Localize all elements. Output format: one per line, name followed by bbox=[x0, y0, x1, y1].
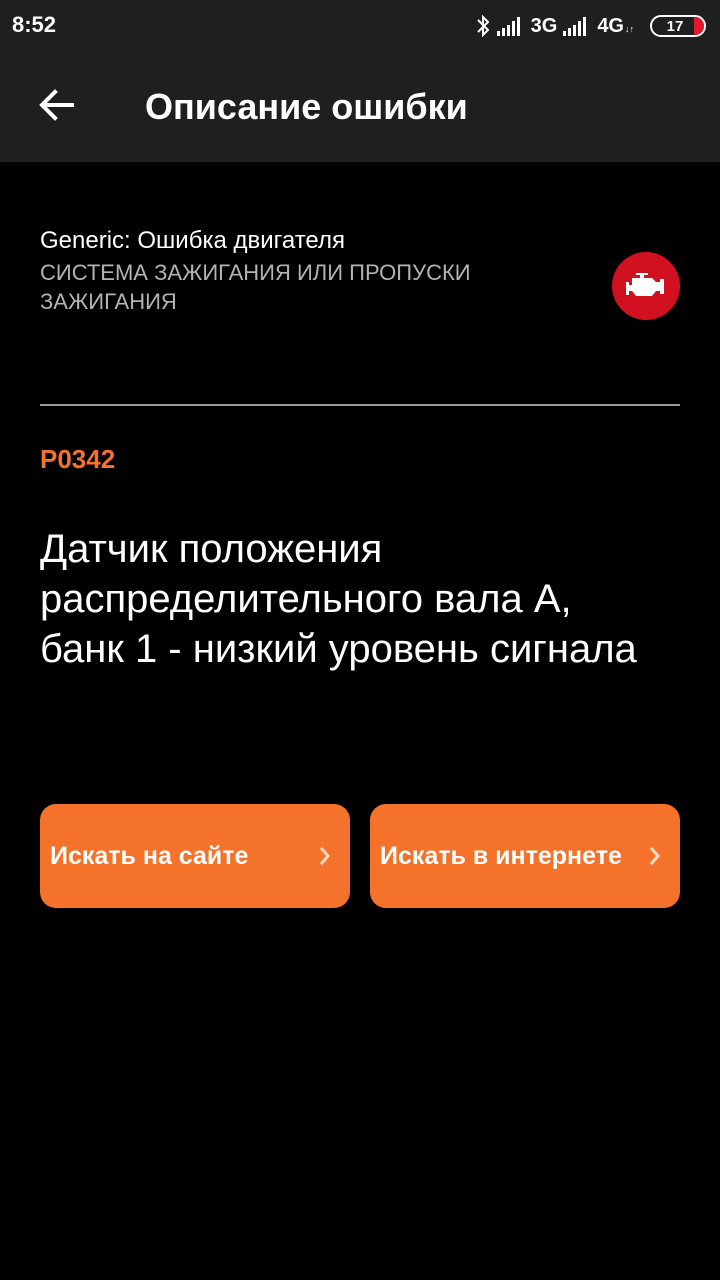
battery-fill bbox=[694, 17, 704, 35]
network-3g-label: 3G bbox=[530, 14, 558, 37]
battery-level: 17 bbox=[666, 17, 684, 35]
error-description: Датчик положения распределительного вала… bbox=[40, 527, 637, 671]
error-code: P0342 bbox=[40, 444, 116, 474]
network-activity-indicator: ↓↑ bbox=[625, 23, 634, 34]
back-button[interactable] bbox=[28, 79, 84, 135]
error-category: Generic: Ошибка двигателя СИСТЕМА ЗАЖИГА… bbox=[40, 226, 600, 316]
search-site-button[interactable]: Искать на сайте bbox=[40, 804, 350, 908]
status-icons: 3G 4G↓↑ 17 bbox=[475, 10, 706, 42]
search-site-label: Искать на сайте bbox=[50, 841, 249, 870]
signal-icon bbox=[563, 16, 591, 36]
category-title: Generic: Ошибка двигателя bbox=[40, 227, 345, 254]
page-title: Описание ошибки bbox=[145, 86, 468, 127]
bluetooth-icon bbox=[475, 13, 491, 39]
battery-icon: 17 bbox=[650, 15, 706, 37]
network-4g-text: 4G bbox=[597, 14, 624, 37]
status-time: 8:52 bbox=[12, 12, 57, 37]
chevron-right-icon bbox=[318, 844, 332, 868]
network-4g-label: 4G↓↑ bbox=[597, 15, 634, 38]
chevron-right-icon bbox=[648, 844, 662, 868]
divider bbox=[40, 404, 680, 406]
signal-icon bbox=[496, 16, 525, 36]
status-bar: 8:52 3G 4G↓↑ 17 bbox=[0, 0, 720, 52]
search-internet-button[interactable]: Искать в интернете bbox=[370, 804, 680, 908]
app-bar: Описание ошибки bbox=[0, 52, 720, 162]
search-internet-label: Искать в интернете bbox=[380, 841, 622, 870]
arrow-left-icon bbox=[38, 88, 74, 126]
check-engine-icon bbox=[612, 252, 680, 320]
category-subtitle: СИСТЕМА ЗАЖИГАНИЯ ИЛИ ПРОПУСКИ ЗАЖИГАНИЯ bbox=[40, 260, 471, 314]
